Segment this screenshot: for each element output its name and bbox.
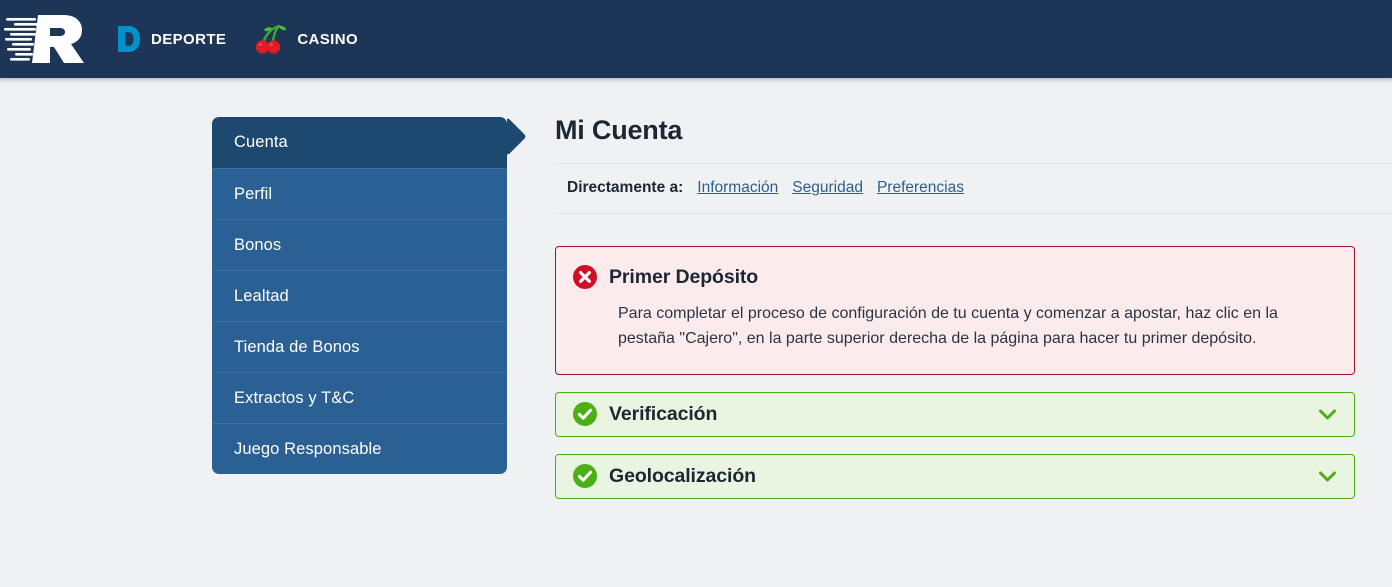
panel-title: Verificación (609, 402, 718, 425)
sidebar-item-extractos-y-tyc[interactable]: Extractos y T&C (212, 372, 507, 423)
panel-title: Geolocalización (609, 464, 756, 487)
header-nav-tabs: DEPORTE CASINO (92, 17, 358, 61)
page-title: Mi Cuenta (555, 115, 683, 145)
panel-body-text: Para completar el proceso de configuraci… (618, 305, 1278, 348)
nav-tab-deporte-label: DEPORTE (151, 30, 227, 48)
sidebar-item-tienda-de-bonos[interactable]: Tienda de Bonos (212, 321, 507, 372)
sidebar-item-lealtad[interactable]: Lealtad (212, 270, 507, 321)
panel-title: Primer Depósito (609, 265, 759, 288)
success-circle-check-icon (573, 402, 597, 427)
nav-tab-casino[interactable]: CASINO (254, 17, 358, 61)
sidebar-item-cuenta[interactable]: Cuenta (212, 117, 507, 168)
main-content: Mi Cuenta Directamente a: Información Se… (555, 117, 1392, 540)
sidebar-item-label: Extractos y T&C (234, 388, 355, 407)
clipped-next-section-text: … (675, 534, 694, 540)
success-circle-check-icon (573, 464, 597, 489)
sidebar-item-label: Tienda de Bonos (234, 337, 360, 356)
nav-tab-deporte[interactable]: DEPORTE (116, 17, 226, 61)
account-sidebar: Cuenta Perfil Bonos Lealtad Tienda de Bo… (212, 117, 507, 474)
sidebar-item-bonos[interactable]: Bonos (212, 219, 507, 270)
page-body: Cuenta Perfil Bonos Lealtad Tienda de Bo… (0, 78, 1392, 540)
rushbet-r-logo-icon (4, 15, 84, 63)
sidebar-item-label: Bonos (234, 235, 282, 254)
jump-to-row: Directamente a: Información Seguridad Pr… (555, 164, 1392, 213)
sidebar-item-juego-responsable[interactable]: Juego Responsable (212, 423, 507, 474)
site-header: DEPORTE CASINO (0, 0, 1392, 84)
sidebar-item-label: Perfil (234, 184, 273, 203)
panel-header: Verificación (572, 401, 717, 427)
panel-geolocalizacion[interactable]: Geolocalización (555, 453, 1355, 499)
chevron-down-icon[interactable] (1318, 470, 1337, 483)
jump-link-preferencias[interactable]: Preferencias (877, 179, 964, 197)
sidebar-item-perfil[interactable]: Perfil (212, 168, 507, 219)
jump-to-label: Directamente a: (567, 179, 684, 196)
sidebar-item-label: Cuenta (234, 133, 288, 151)
jump-link-seguridad[interactable]: Seguridad (792, 179, 863, 197)
brand-logo[interactable] (0, 0, 92, 78)
active-pointer-arrow-icon (507, 117, 530, 168)
nav-tab-casino-label: CASINO (297, 30, 359, 48)
jump-link-informacion[interactable]: Información (697, 179, 778, 197)
panel-header: Primer Depósito (572, 264, 1334, 290)
panel-primer-deposito: Primer Depósito Para completar el proces… (555, 246, 1355, 375)
panel-verificacion[interactable]: Verificación (555, 391, 1355, 437)
cherries-icon (256, 24, 287, 54)
chevron-down-icon[interactable] (1318, 408, 1337, 421)
panel-header: Geolocalización (572, 463, 756, 489)
sidebar-item-label: Juego Responsable (234, 439, 382, 458)
error-circle-x-icon (573, 265, 597, 289)
sidebar-item-label: Lealtad (234, 286, 289, 305)
status-panels: Primer Depósito Para completar el proces… (555, 214, 1392, 540)
deporte-d-icon (118, 26, 140, 52)
clipped-next-section: … (555, 516, 1355, 540)
